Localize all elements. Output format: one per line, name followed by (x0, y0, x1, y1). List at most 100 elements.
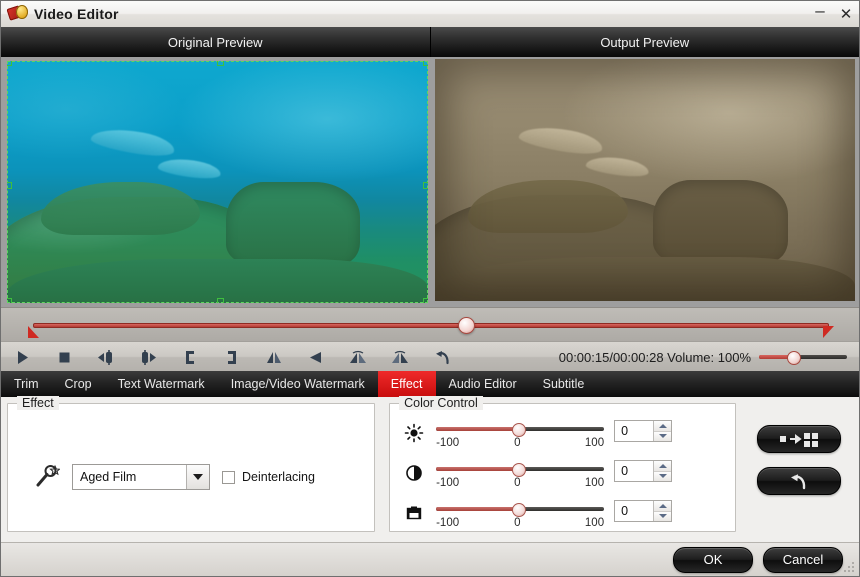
slider-mid-label: 0 (514, 477, 520, 489)
deinterlacing-checkbox[interactable] (222, 471, 235, 484)
volume-knob[interactable] (787, 351, 801, 365)
stop-icon (57, 350, 72, 365)
flip-vertical-button[interactable] (295, 343, 337, 371)
stepper-buttons[interactable] (653, 501, 671, 521)
minimize-button[interactable]: – (807, 0, 833, 29)
flip-horizontal-button[interactable] (253, 343, 295, 371)
stepper-up-button[interactable] (654, 501, 671, 512)
crop-handle[interactable] (217, 61, 224, 66)
trim-start-marker[interactable] (28, 326, 39, 338)
stepper-down-button[interactable] (654, 432, 671, 442)
flip-horizontal-icon (265, 350, 283, 365)
crop-handle[interactable] (7, 182, 12, 189)
brightness-slider[interactable]: -100 0 100 (436, 420, 604, 434)
dolphin-shape (585, 154, 650, 180)
tab-trim[interactable]: Trim (1, 371, 52, 397)
dolphin-shape (158, 156, 223, 182)
reef-shape (41, 182, 201, 235)
rotate-right-button[interactable] (379, 343, 421, 371)
chevron-down-icon[interactable] (186, 465, 209, 489)
playhead-handle[interactable] (458, 317, 475, 334)
tab-crop[interactable]: Crop (52, 371, 105, 397)
brightness-stepper[interactable]: 0 (614, 420, 672, 442)
contrast-value: 0 (615, 464, 628, 478)
tab-text-watermark[interactable]: Text Watermark (105, 371, 218, 397)
original-preview-pane[interactable] (1, 57, 431, 307)
window-title: Video Editor (34, 6, 119, 22)
saturation-stepper[interactable]: 0 (614, 500, 672, 522)
output-video-frame (435, 59, 856, 301)
slider-max-label: 100 (585, 437, 604, 449)
apply-to-all-button[interactable] (757, 425, 841, 453)
reset-button[interactable] (421, 343, 463, 371)
volume-slider[interactable] (759, 351, 847, 363)
time-volume-zone: 00:00:15/00:00:28 Volume: 100% (559, 350, 859, 365)
saturation-icon (402, 501, 426, 525)
effect-group: Effect Aged Film Deinterlacing (7, 403, 375, 532)
dolphin-shape (90, 124, 177, 160)
reef-shape (226, 182, 361, 264)
tab-audio-editor[interactable]: Audio Editor (436, 371, 530, 397)
stepper-up-button[interactable] (654, 461, 671, 472)
slider-fill (436, 467, 518, 471)
crop-handle[interactable] (7, 298, 12, 303)
play-icon (15, 350, 30, 365)
stepper-buttons[interactable] (653, 461, 671, 481)
reset-effects-button[interactable] (757, 467, 841, 495)
stepper-down-button[interactable] (654, 512, 671, 522)
saturation-row: -100 0 100 0 (402, 500, 672, 525)
settings-panel-area: Effect Aged Film Deinterlacing (1, 397, 859, 542)
saturation-value: 0 (615, 504, 628, 518)
crop-handle[interactable] (423, 61, 428, 66)
contrast-stepper[interactable]: 0 (614, 460, 672, 482)
bracket-left-icon (183, 350, 197, 365)
slider-knob[interactable] (512, 463, 526, 477)
crop-handle[interactable] (7, 61, 12, 66)
tab-subtitle[interactable]: Subtitle (530, 371, 598, 397)
ok-button[interactable]: OK (673, 547, 753, 573)
window-controls: – ✕ (807, 1, 859, 27)
contrast-slider[interactable]: -100 0 100 (436, 460, 604, 474)
crop-handle[interactable] (217, 298, 224, 303)
deinterlacing-label: Deinterlacing (242, 470, 315, 484)
contrast-row: -100 0 100 0 (402, 460, 672, 485)
tab-image-video-watermark[interactable]: Image/Video Watermark (218, 371, 378, 397)
stepper-buttons[interactable] (653, 421, 671, 441)
stepper-up-button[interactable] (654, 421, 671, 432)
crop-handle[interactable] (423, 182, 428, 189)
reef-shape (7, 259, 428, 303)
cancel-button[interactable]: Cancel (763, 547, 843, 573)
saturation-slider[interactable]: -100 0 100 (436, 500, 604, 514)
play-button[interactable] (1, 343, 43, 371)
set-start-point-button[interactable] (169, 343, 211, 371)
crop-handle[interactable] (423, 298, 428, 303)
color-control-legend: Color Control (399, 396, 483, 410)
slider-min-label: -100 (436, 437, 459, 449)
stop-button[interactable] (43, 343, 85, 371)
effect-select[interactable]: Aged Film (72, 464, 210, 490)
apply-to-all-icon (777, 431, 821, 447)
stepper-down-button[interactable] (654, 472, 671, 482)
resize-grip[interactable] (844, 562, 856, 574)
previous-frame-button[interactable] (85, 343, 127, 371)
trim-end-marker[interactable] (823, 326, 834, 338)
output-preview-pane[interactable] (431, 57, 860, 307)
slider-knob[interactable] (512, 423, 526, 437)
slider-min-label: -100 (436, 477, 459, 489)
preview-area (1, 57, 859, 307)
slider-max-label: 100 (585, 477, 604, 489)
rotate-left-button[interactable] (337, 343, 379, 371)
slider-knob[interactable] (512, 503, 526, 517)
tab-effect[interactable]: Effect (378, 371, 436, 397)
deinterlacing-checkbox-wrap[interactable]: Deinterlacing (222, 470, 315, 484)
original-preview-label: Original Preview (1, 27, 431, 57)
output-preview-label: Output Preview (431, 27, 860, 57)
close-button[interactable]: ✕ (833, 2, 859, 26)
timeline-track[interactable] (33, 323, 829, 328)
preview-headers: Original Preview Output Preview (1, 27, 859, 57)
color-control-group: Color Control (389, 403, 736, 532)
set-end-point-button[interactable] (211, 343, 253, 371)
timeline[interactable] (1, 307, 859, 342)
reef-shape (468, 180, 628, 233)
next-frame-button[interactable] (127, 343, 169, 371)
